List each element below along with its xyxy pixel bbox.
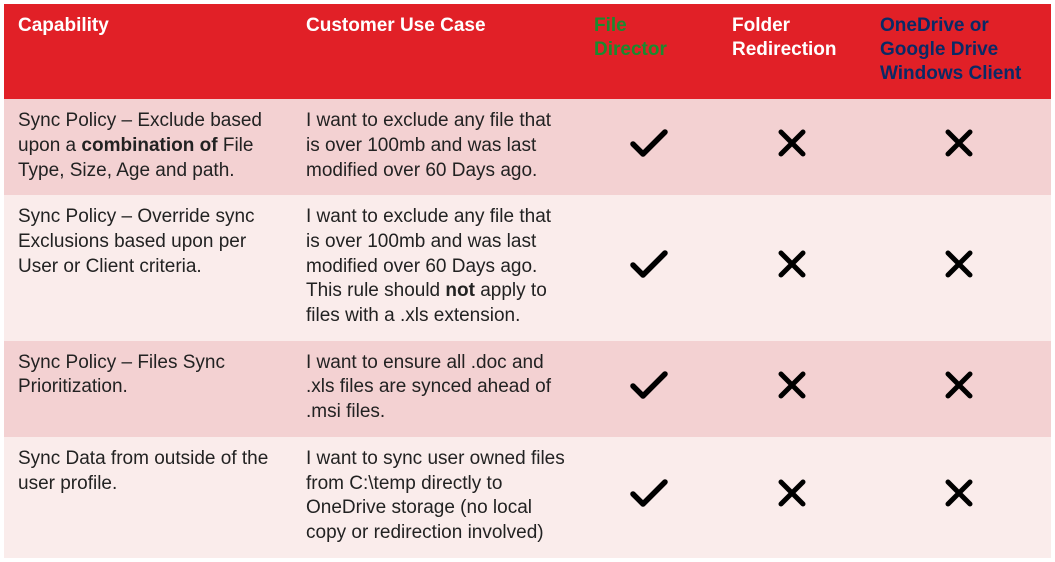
cross-icon xyxy=(778,383,806,404)
cell-folder-redirection xyxy=(718,341,866,437)
cell-folder-redirection xyxy=(718,99,866,195)
cell-onedrive xyxy=(866,195,1051,340)
table-row: Sync Policy – Exclude based upon a combi… xyxy=(4,99,1051,195)
table-row: Sync Data from outside of the user profi… xyxy=(4,437,1051,558)
cell-usecase: I want to ensure all .doc and .xls files… xyxy=(292,341,580,437)
cell-usecase: I want to exclude any file that is over … xyxy=(292,99,580,195)
header-folder-redirection: Folder Redirection xyxy=(718,4,866,99)
cell-onedrive xyxy=(866,99,1051,195)
comparison-table: Capability Customer Use Case File Direct… xyxy=(4,4,1051,558)
check-icon xyxy=(630,263,668,284)
cross-icon xyxy=(945,141,973,162)
check-icon xyxy=(630,492,668,513)
cell-file-director xyxy=(580,99,718,195)
cell-file-director xyxy=(580,437,718,558)
check-icon xyxy=(630,384,668,405)
cross-icon xyxy=(778,262,806,283)
cell-file-director xyxy=(580,195,718,340)
header-row: Capability Customer Use Case File Direct… xyxy=(4,4,1051,99)
cell-capability: Sync Policy – Override sync Exclusions b… xyxy=(4,195,292,340)
cell-folder-redirection xyxy=(718,195,866,340)
header-file-director: File Director xyxy=(580,4,718,99)
cross-icon xyxy=(945,262,973,283)
cell-onedrive xyxy=(866,437,1051,558)
table-row: Sync Policy – Override sync Exclusions b… xyxy=(4,195,1051,340)
cell-capability: Sync Policy – Files Sync Prioritization. xyxy=(4,341,292,437)
cell-file-director xyxy=(580,341,718,437)
cross-icon xyxy=(945,491,973,512)
header-onedrive: OneDrive or Google Drive Windows Client xyxy=(866,4,1051,99)
cell-folder-redirection xyxy=(718,437,866,558)
header-capability: Capability xyxy=(4,4,292,99)
cell-capability: Sync Policy – Exclude based upon a combi… xyxy=(4,99,292,195)
cell-capability: Sync Data from outside of the user profi… xyxy=(4,437,292,558)
table-row: Sync Policy – Files Sync Prioritization.… xyxy=(4,341,1051,437)
cell-usecase: I want to exclude any file that is over … xyxy=(292,195,580,340)
cross-icon xyxy=(778,141,806,162)
check-icon xyxy=(630,142,668,163)
cell-usecase: I want to sync user owned files from C:\… xyxy=(292,437,580,558)
cell-onedrive xyxy=(866,341,1051,437)
cross-icon xyxy=(945,383,973,404)
cross-icon xyxy=(778,491,806,512)
header-usecase: Customer Use Case xyxy=(292,4,580,99)
